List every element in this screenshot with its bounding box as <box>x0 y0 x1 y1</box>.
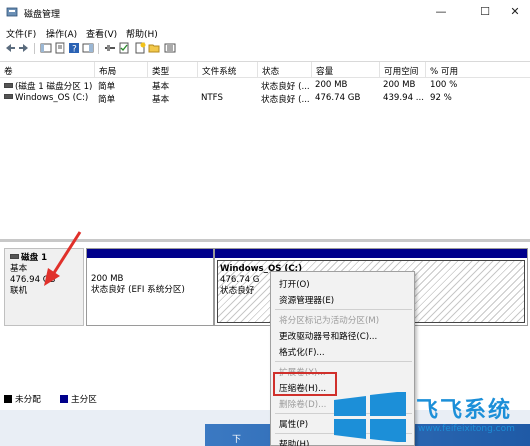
legend-primary: 主分区 <box>60 393 97 405</box>
cell-layout: 简单 <box>98 82 116 92</box>
cell-status: 状态良好 (... <box>261 82 310 92</box>
cell-percent-free: 100 % <box>430 80 458 90</box>
watermark: 飞飞系统 www.feifeixitong.com <box>330 372 530 446</box>
cell-free-space: 439.94 ... <box>383 93 424 103</box>
table-row[interactable]: Windows_OS (C:) 简单 基本 NTFS 状态良好 (... 476… <box>0 93 530 106</box>
cell-percent-free: 92 % <box>430 93 452 103</box>
highlight-box <box>273 372 337 396</box>
menu-item-help[interactable]: 帮助(H) <box>279 438 309 446</box>
window-title: 磁盘管理 <box>24 10 61 20</box>
cell-status: 状态良好 (... <box>261 95 310 105</box>
console-tree-icon[interactable] <box>40 42 52 54</box>
drive-icon <box>4 83 13 88</box>
windows-logo-icon <box>334 392 406 442</box>
annotation-arrow-icon <box>44 231 82 286</box>
column-status[interactable]: 状态 <box>258 62 312 78</box>
partition-size: 200 MB <box>91 274 124 284</box>
partition-efi[interactable]: 200 MB 状态良好 (EFI 系统分区) <box>86 248 214 326</box>
cell-free-space: 200 MB <box>383 80 416 90</box>
maximize-button[interactable]: ☐ <box>474 3 496 21</box>
legend-unallocated: 未分配 <box>4 393 41 405</box>
partition-status: 状态良好 (EFI 系统分区) <box>91 285 185 295</box>
check-icon[interactable] <box>118 42 130 54</box>
menu-item-change-drive-letter[interactable]: 更改驱动器号和路径(C)... <box>279 330 377 342</box>
connect-icon[interactable] <box>104 42 116 54</box>
cell-capacity: 476.74 GB <box>315 93 361 103</box>
menu-file[interactable]: 文件(F) <box>6 27 36 40</box>
disk-icon <box>10 254 19 259</box>
column-percent-free[interactable]: % 可用 <box>426 62 530 78</box>
svg-text:?: ? <box>72 45 77 55</box>
background-text: 下 <box>232 435 242 445</box>
menu-item-properties[interactable]: 属性(P) <box>279 418 308 430</box>
column-volume[interactable]: 卷 <box>0 62 95 78</box>
cell-capacity: 200 MB <box>315 80 348 90</box>
close-button[interactable]: ✕ <box>504 3 526 21</box>
menu-item-explorer[interactable]: 资源管理器(E) <box>279 294 334 306</box>
folder-icon[interactable] <box>148 42 160 54</box>
menu-bar: 文件(F) 操作(A) 查看(V) 帮助(H) <box>0 26 530 40</box>
menu-item-open[interactable]: 打开(O) <box>279 278 310 290</box>
column-free-space[interactable]: 可用空间 <box>380 62 426 78</box>
disk-management-icon <box>6 7 18 17</box>
cell-layout: 简单 <box>98 95 116 105</box>
minimize-button[interactable]: — <box>430 3 452 21</box>
menu-item-format[interactable]: 格式化(F)... <box>279 346 325 358</box>
list-icon[interactable] <box>164 42 176 54</box>
cell-volume: Windows_OS (C:) <box>4 93 88 103</box>
title-bar: 磁盘管理 — ☐ ✕ <box>0 0 530 26</box>
partition-bar <box>215 249 527 258</box>
watermark-text: 飞飞系统 <box>416 398 513 423</box>
menu-help[interactable]: 帮助(H) <box>126 27 158 40</box>
help-icon[interactable]: ? <box>68 42 80 54</box>
column-type[interactable]: 类型 <box>148 62 198 78</box>
cell-type: 基本 <box>152 95 170 105</box>
watermark-url: www.feifeixitong.com <box>418 424 515 434</box>
volume-list: 卷 布局 类型 文件系统 状态 容量 可用空间 % 可用 (磁盘 1 磁盘分区 … <box>0 61 530 239</box>
column-capacity[interactable]: 容量 <box>312 62 380 78</box>
menu-action[interactable]: 操作(A) <box>46 27 77 40</box>
menu-item-delete: 删除卷(D)... <box>279 400 327 410</box>
forward-icon[interactable] <box>18 42 30 54</box>
menu-item-mark-active: 将分区标记为活动分区(M) <box>279 316 380 326</box>
cell-volume: (磁盘 1 磁盘分区 1) <box>4 80 92 92</box>
cell-filesystem: NTFS <box>201 93 223 103</box>
cell-type: 基本 <box>152 82 170 92</box>
toolbar: ? <box>0 41 530 57</box>
primary-swatch <box>60 395 68 403</box>
show-hide-icon[interactable] <box>82 42 94 54</box>
drive-icon <box>4 94 13 99</box>
table-row[interactable]: (磁盘 1 磁盘分区 1) 简单 基本 状态良好 (... 200 MB 200… <box>0 80 530 93</box>
column-layout[interactable]: 布局 <box>95 62 148 78</box>
unallocated-swatch <box>4 395 12 403</box>
menu-view[interactable]: 查看(V) <box>86 27 117 40</box>
column-filesystem[interactable]: 文件系统 <box>198 62 258 78</box>
back-icon[interactable] <box>4 42 16 54</box>
partition-bar <box>87 249 213 258</box>
new-icon[interactable] <box>134 42 146 54</box>
